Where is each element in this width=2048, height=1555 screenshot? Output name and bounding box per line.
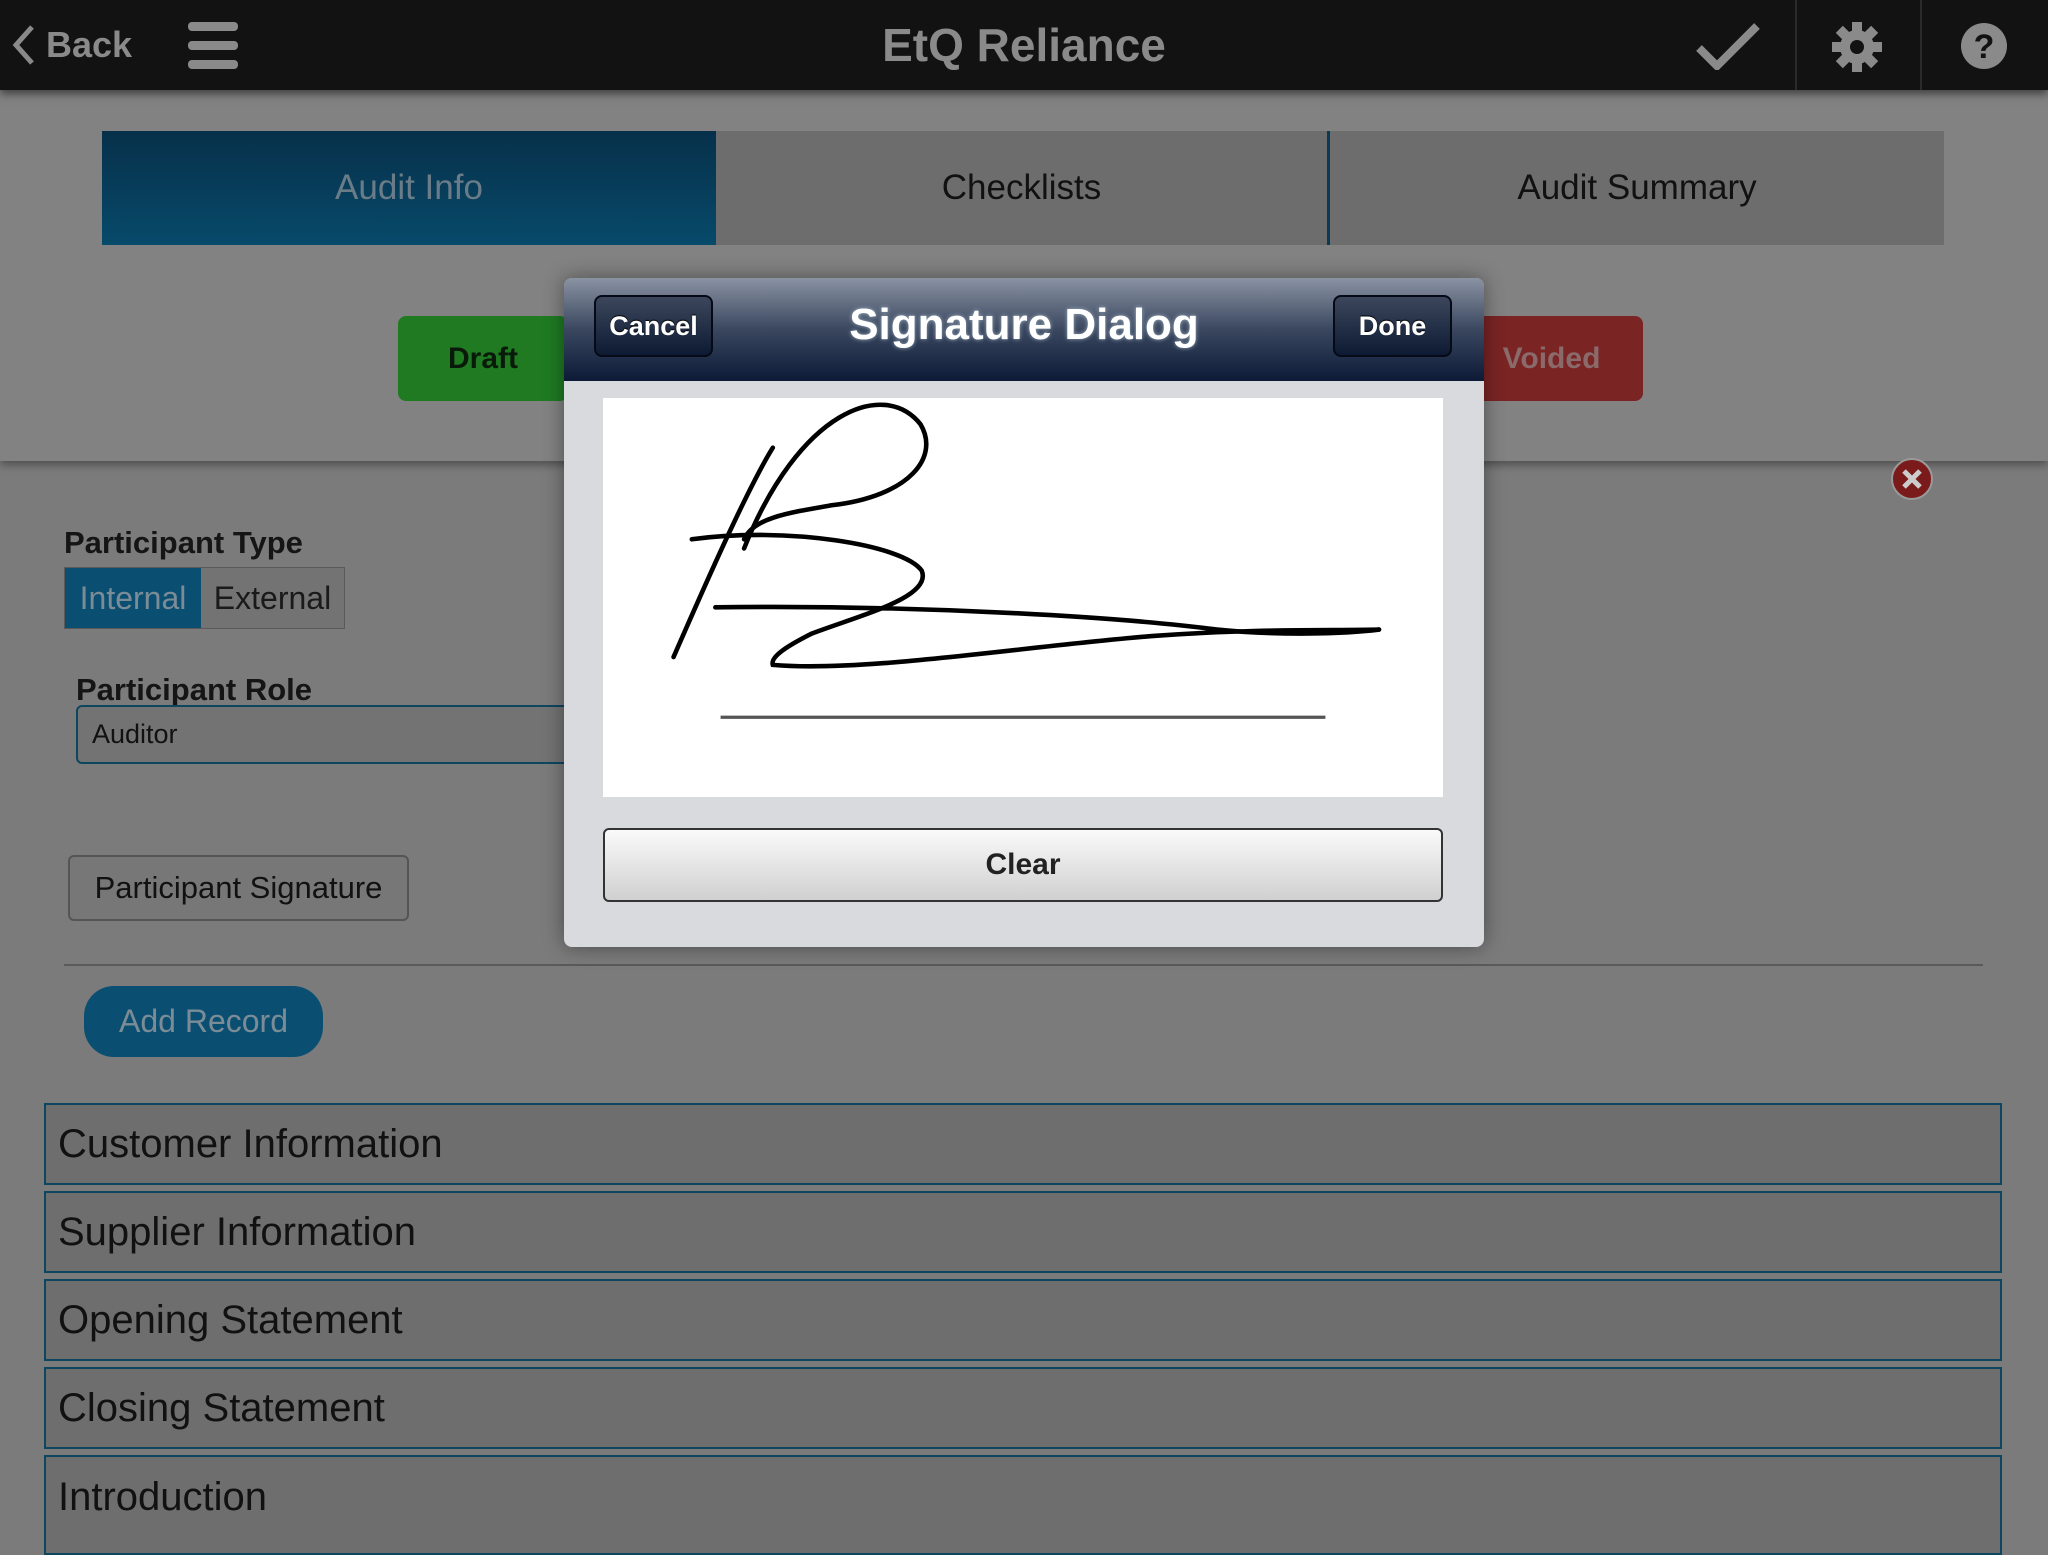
tab-audit-info[interactable]: Audit Info [102,131,716,245]
close-icon[interactable] [1890,457,1934,501]
participant-type-segmented: Internal External [64,567,345,629]
signature-dialog: Cancel Signature Dialog Done Clear [564,278,1484,947]
section-supplier-information[interactable]: Supplier Information [44,1191,2002,1273]
participant-role-label: Participant Role [76,672,312,707]
signature-canvas[interactable] [603,398,1443,797]
status-draft: Draft [398,316,568,401]
signature-drawing [671,402,1382,719]
top-nav-bar: Back EtQ Reliance ? [0,0,2048,90]
help-icon[interactable]: ? [1960,22,2008,70]
tab-checklists[interactable]: Checklists [716,131,1330,245]
svg-text:?: ? [1974,28,1995,66]
participant-type-label: Participant Type [64,525,303,560]
status-voided: Voided [1460,316,1643,401]
add-record-button[interactable]: Add Record [84,986,323,1057]
divider [64,964,1983,966]
section-introduction[interactable]: Introduction [44,1455,2002,1555]
gear-icon[interactable] [1832,22,1882,72]
done-button[interactable]: Done [1333,295,1452,357]
participant-role-input[interactable]: Auditor [76,705,596,764]
divider [1920,0,1922,90]
section-opening-statement[interactable]: Opening Statement [44,1279,2002,1361]
external-option[interactable]: External [201,568,344,628]
check-icon[interactable] [1695,22,1761,70]
section-customer-information[interactable]: Customer Information [44,1103,2002,1185]
section-closing-statement[interactable]: Closing Statement [44,1367,2002,1449]
divider [1795,0,1797,90]
clear-button[interactable]: Clear [603,828,1443,902]
dialog-header: Cancel Signature Dialog Done [564,278,1484,381]
tab-audit-summary[interactable]: Audit Summary [1330,131,1944,245]
participant-signature-button[interactable]: Participant Signature [68,855,409,921]
internal-option[interactable]: Internal [65,568,201,628]
